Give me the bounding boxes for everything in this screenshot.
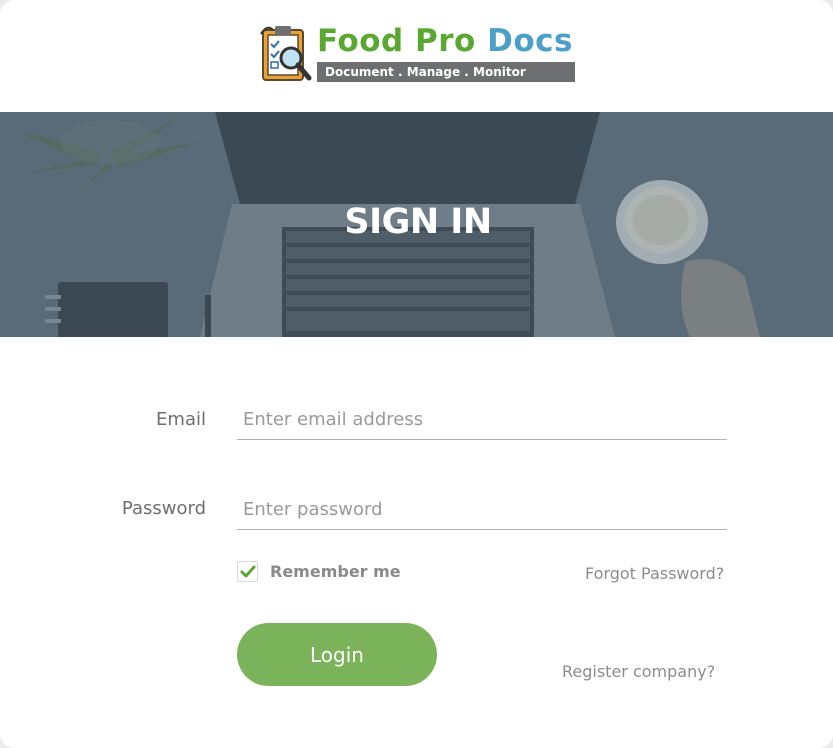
checkmark-icon [240, 565, 256, 578]
clipboard-magnifier-icon [260, 26, 312, 81]
email-label: Email [156, 409, 206, 430]
password-input[interactable] [237, 490, 727, 530]
sign-in-banner: SIGN IN [0, 112, 833, 337]
logo-title: Food Pro Docs [317, 24, 573, 58]
login-button[interactable]: Login [237, 623, 437, 686]
food-pro-docs-logo: Food Pro Docs Document . Manage . Monito… [259, 22, 579, 86]
logo-title-docs: Docs [487, 23, 573, 59]
forgot-password-link[interactable]: Forgot Password? [585, 564, 724, 583]
login-card: Food Pro Docs Document . Manage . Monito… [0, 0, 833, 748]
sign-in-title: SIGN IN [344, 202, 492, 242]
logo-tagline: Document . Manage . Monitor [317, 62, 575, 82]
remember-me-label[interactable]: Remember me [270, 562, 401, 581]
password-label: Password [121, 498, 206, 519]
register-company-link[interactable]: Register company? [562, 662, 715, 681]
email-input[interactable] [237, 400, 727, 440]
remember-me-checkbox[interactable] [237, 561, 258, 582]
logo-title-food-pro: Food Pro [317, 23, 476, 59]
